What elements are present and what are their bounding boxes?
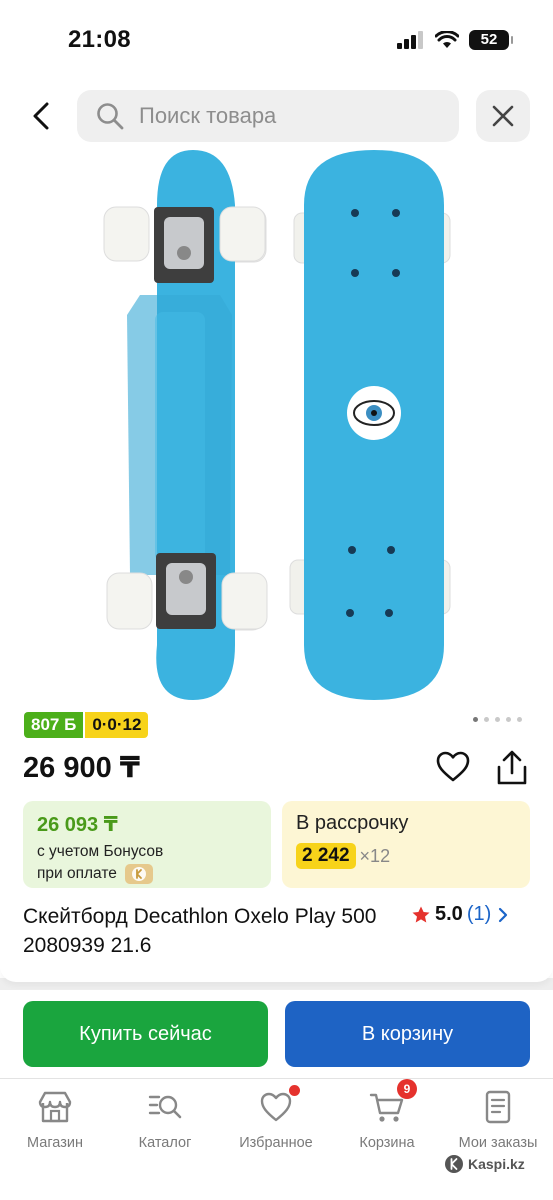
cart-icon: 9 <box>369 1079 417 1125</box>
top-bar <box>0 88 553 144</box>
tab-orders[interactable]: Мои заказы <box>443 1089 553 1151</box>
installment-amount: 2 242 <box>296 843 356 869</box>
share-button[interactable] <box>494 749 530 787</box>
bonus-note-line1: с учетом Бонусов <box>37 843 164 860</box>
kaspi-watermark: Kaspi.kz <box>444 1154 525 1174</box>
product-image[interactable] <box>80 145 480 705</box>
promo-badges: 807 Б 0·0·12 <box>24 712 149 738</box>
bonus-price: 26 093 ₸ <box>37 814 118 836</box>
bonus-badge: 807 Б <box>24 712 84 738</box>
bonus-note-line2-row: при оплате <box>37 863 257 885</box>
store-icon <box>37 1089 73 1125</box>
close-icon <box>492 105 514 127</box>
rating-count[interactable]: (1) <box>467 903 491 926</box>
notification-dot <box>289 1085 300 1096</box>
favorite-button[interactable] <box>435 749 471 785</box>
status-icons: 52 <box>397 30 513 50</box>
status-time: 21:08 <box>68 26 131 53</box>
tab-label: Корзина <box>359 1135 415 1151</box>
product-title: Скейтборд Decathlon Oxelo Play 500 20809… <box>23 905 377 957</box>
product-rating[interactable]: 5.0 (1) <box>411 903 511 926</box>
watermark-text: Kaspi.kz <box>468 1156 525 1172</box>
signal-icon <box>397 31 423 49</box>
star-icon <box>412 906 430 922</box>
pager-dot <box>506 717 511 722</box>
card-bottom-edge <box>0 966 553 982</box>
tab-cart[interactable]: 9 Корзина <box>332 1079 442 1151</box>
installment-months: ×12 <box>359 845 391 866</box>
product-price: 26 900 ₸ <box>23 752 140 784</box>
tab-label: Каталог <box>138 1135 192 1151</box>
kaspi-logo-icon <box>124 864 153 884</box>
installment-row: 2 242 ×12 <box>296 843 516 869</box>
search-input[interactable] <box>139 103 439 129</box>
battery-indicator: 52 <box>469 30 513 50</box>
cart-count-badge: 9 <box>397 1079 417 1099</box>
skateboard-bottom-view <box>103 150 268 700</box>
pager-dot <box>517 717 522 722</box>
image-pager <box>473 717 522 722</box>
installment-badge: 0·0·12 <box>85 712 149 738</box>
installment-title: В рассрочку <box>296 812 409 834</box>
tab-store[interactable]: Магазин <box>0 1089 110 1151</box>
chevron-right-icon <box>499 907 508 922</box>
bottom-tab-bar: Магазин Каталог Избранное 9 Корзина Мои … <box>0 1078 553 1200</box>
heart-icon <box>436 751 470 782</box>
heart-icon <box>258 1085 300 1125</box>
bonus-note-line2: при оплате <box>37 865 117 882</box>
skateboard-image <box>103 150 451 700</box>
add-to-cart-button[interactable]: В корзину <box>285 1001 530 1067</box>
pager-dot <box>495 717 500 722</box>
skateboard-top-view <box>289 150 451 700</box>
status-bar: 21:08 52 <box>0 0 553 82</box>
share-icon <box>497 750 527 785</box>
pager-dot <box>484 717 489 722</box>
tab-favorites[interactable]: Избранное <box>221 1085 331 1151</box>
tab-label: Мои заказы <box>458 1135 538 1151</box>
search-box[interactable] <box>77 90 459 142</box>
kaspi-logo-icon <box>445 1155 463 1173</box>
wifi-icon <box>435 31 459 48</box>
orders-icon <box>480 1089 516 1125</box>
search-icon <box>97 103 124 130</box>
pager-dot <box>473 717 478 722</box>
tab-catalog[interactable]: Каталог <box>110 1089 220 1151</box>
buy-now-button[interactable]: Купить сейчас <box>23 1001 268 1067</box>
bonus-price-card[interactable]: 26 093 ₸ с учетом Бонусов при оплате <box>23 801 271 888</box>
back-button[interactable] <box>20 94 64 138</box>
catalog-search-icon <box>147 1089 183 1125</box>
chevron-left-icon <box>33 102 49 130</box>
installment-card[interactable]: В рассрочку 2 242 ×12 <box>282 801 530 888</box>
tab-label: Магазин <box>27 1135 83 1151</box>
tab-label: Избранное <box>239 1135 313 1151</box>
close-button[interactable] <box>476 90 530 142</box>
rating-value: 5.0 <box>435 903 463 925</box>
